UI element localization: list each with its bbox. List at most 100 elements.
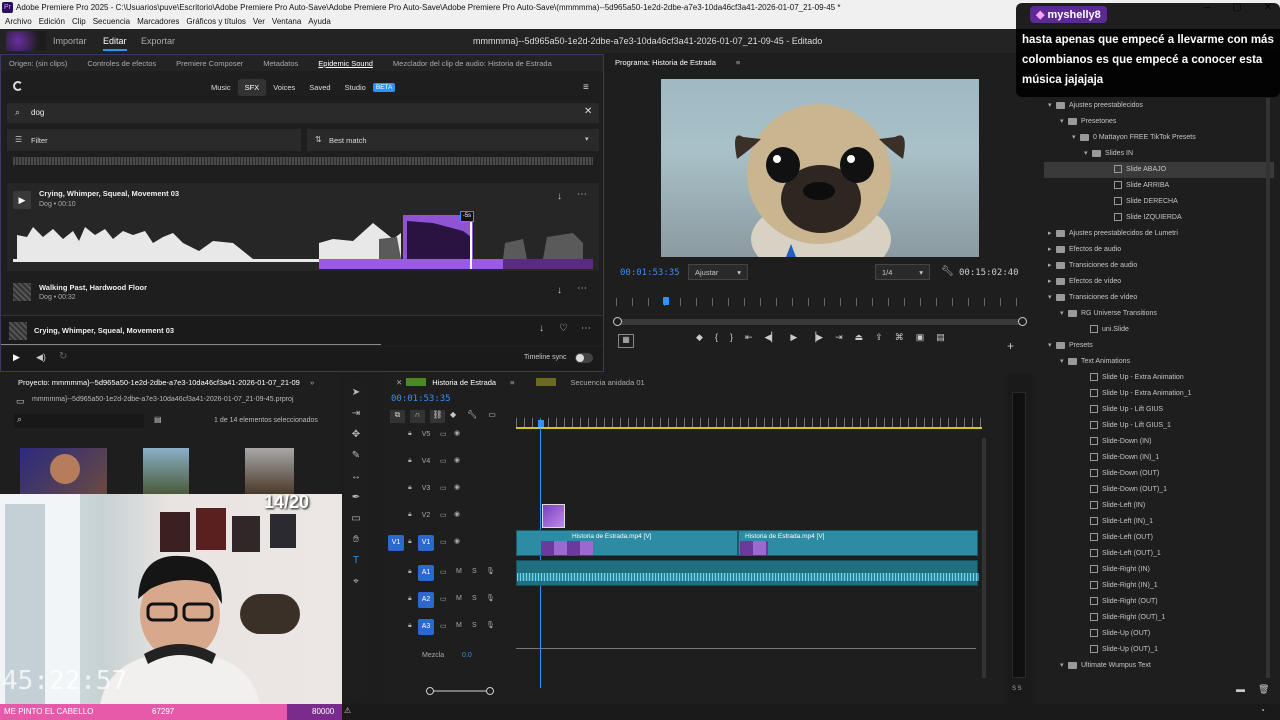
effects-preset[interactable]: Slide DERECHA <box>1044 194 1274 210</box>
tab-controles-efectos[interactable]: Controles de efectos <box>77 59 166 68</box>
selection-tool-icon[interactable]: ➤ <box>349 386 363 400</box>
video-clip[interactable]: Historia de Estrada.mp4 [V] <box>516 530 738 556</box>
menu-ver[interactable]: Ver <box>253 15 265 29</box>
multicam-icon[interactable]: ▤ <box>936 332 945 343</box>
lock-icon[interactable]: 🔒︎ <box>408 568 412 576</box>
media-thumbnail[interactable] <box>245 448 294 494</box>
track-target-toggle[interactable]: V2 <box>418 508 434 524</box>
download-icon[interactable]: ↓ <box>539 323 544 334</box>
pen-tool-icon[interactable]: ✒ <box>349 491 363 505</box>
microphone-icon[interactable]: 🎙︎ <box>486 567 495 575</box>
lift-icon[interactable]: ⏏ <box>855 332 864 343</box>
sync-lock-icon[interactable]: ▭ <box>440 511 447 519</box>
chevron-down-icon[interactable]: ▾ <box>1084 146 1092 162</box>
track-target-toggle[interactable]: V3 <box>418 481 434 497</box>
add-button-icon[interactable]: + <box>1007 339 1014 353</box>
workspace-export[interactable]: Exportar <box>141 29 175 53</box>
media-thumbnail[interactable] <box>20 448 107 494</box>
tab-program[interactable]: Programa: Historia de Estrada <box>608 58 726 67</box>
panel-overflow-icon[interactable]: » <box>300 378 324 387</box>
effects-folder[interactable]: ▾ RG Universe Transitions <box>1044 306 1274 322</box>
nav-voices[interactable]: Voices <box>266 79 302 96</box>
video-frame[interactable] <box>661 79 979 257</box>
sync-lock-icon[interactable]: ▭ <box>440 622 447 630</box>
media-thumbnail[interactable] <box>143 448 189 494</box>
microphone-icon[interactable]: 🎙︎ <box>486 594 495 602</box>
add-marker-icon[interactable]: ◆ <box>696 332 703 343</box>
tab-project[interactable]: Proyecto: mmmmma}--5d965a50-1e2d-2dbe-a7… <box>0 378 300 387</box>
effects-preset[interactable]: Slide-Right (IN) <box>1044 562 1274 578</box>
lock-icon[interactable]: 🔒︎ <box>408 484 412 492</box>
project-search[interactable]: ⌕ <box>14 414 144 428</box>
hand-tool-icon[interactable]: ✋︎ <box>349 533 363 547</box>
program-playhead[interactable] <box>663 297 669 305</box>
track-item[interactable]: Walking Past, Hardwood Floor Dog • 00:32… <box>7 277 599 307</box>
add-marker-icon[interactable]: ◆ <box>450 410 456 423</box>
work-area-bar[interactable] <box>516 427 982 429</box>
quality-dropdown[interactable]: 1/4 ▾ <box>875 264 930 280</box>
program-timecode[interactable]: 00:01:53:35 <box>620 268 680 278</box>
track-target-toggle[interactable]: V4 <box>418 454 434 470</box>
slip-tool-icon[interactable]: ↔ <box>349 470 363 484</box>
timeline-timecode[interactable]: 00:01:53:35 <box>391 394 451 404</box>
track-target-toggle[interactable]: V1 <box>418 535 434 551</box>
mute-button[interactable]: M <box>456 622 462 629</box>
track-item[interactable]: ▶ Crying, Whimper, Squeal, Movement 03 D… <box>7 183 599 271</box>
more-icon[interactable]: ⋯ <box>577 189 587 200</box>
eye-icon[interactable]: ◉ <box>454 456 460 464</box>
chevron-down-icon[interactable]: ▾ <box>1048 290 1056 306</box>
effects-preset[interactable]: Slide Up - Lift GIUS_1 <box>1044 418 1274 434</box>
close-tab-icon[interactable]: ✕ <box>382 378 406 387</box>
wrench-icon[interactable]: 🔧︎ <box>467 410 477 423</box>
wrench-icon[interactable]: 🔧︎ <box>941 266 954 277</box>
lock-icon[interactable]: 🔒︎ <box>408 430 412 438</box>
loop-icon[interactable]: ↻ <box>59 351 67 362</box>
video-clip[interactable]: Historia de Estrada.mp4 [V] <box>738 530 978 556</box>
solo-button[interactable]: S <box>472 595 477 602</box>
effects-preset[interactable]: Slide-Left (OUT)_1 <box>1044 546 1274 562</box>
type-tool-icon[interactable]: T <box>349 554 363 568</box>
comparison-icon[interactable]: ▣ <box>916 332 925 343</box>
effects-preset[interactable]: Slide-Left (IN) <box>1044 498 1274 514</box>
lock-icon[interactable]: 🔒︎ <box>408 511 412 519</box>
chevron-down-icon[interactable]: ▾ <box>1048 98 1056 114</box>
chevron-right-icon[interactable]: ▸ <box>1048 242 1056 258</box>
chevron-down-icon[interactable]: ▾ <box>1072 130 1080 146</box>
menu-clip[interactable]: Clip <box>72 15 86 29</box>
menu-graficos[interactable]: Gráficos y títulos <box>186 15 246 29</box>
effects-preset[interactable]: Slide-Down (OUT) <box>1044 466 1274 482</box>
timeline-zoom-bar[interactable] <box>426 687 494 695</box>
audio-clip[interactable] <box>516 560 979 586</box>
workspace-edit[interactable]: Editar <box>103 29 127 51</box>
tab-historia-estrada[interactable]: Historia de Estrada <box>428 378 500 387</box>
tab-epidemic-sound[interactable]: Epidemic Sound <box>308 59 383 68</box>
track-target-toggle[interactable]: A3 <box>418 619 434 635</box>
razor-tool-icon[interactable]: ✎ <box>349 449 363 463</box>
safe-margins-icon[interactable]: ▦ <box>618 334 634 348</box>
effects-folder[interactable]: ▾ Presetones <box>1044 114 1274 130</box>
mark-in-icon[interactable]: { <box>715 332 718 343</box>
effects-preset[interactable]: Slide-Right (OUT)_1 <box>1044 610 1274 626</box>
menu-ventana[interactable]: Ventana <box>272 15 301 29</box>
effects-preset[interactable]: Slide Up - Extra Animation <box>1044 370 1274 386</box>
effects-folder[interactable]: ▾ Transiciones de vídeo <box>1044 290 1274 306</box>
tab-origen[interactable]: Origen: (sin clips) <box>1 59 77 68</box>
effects-preset[interactable]: Slide-Up (OUT)_1 <box>1044 642 1274 658</box>
nav-studio[interactable]: Studio <box>338 79 373 96</box>
menu-secuencia[interactable]: Secuencia <box>93 15 130 29</box>
sync-lock-icon[interactable]: ▭ <box>440 595 447 603</box>
download-icon[interactable]: ↓ <box>557 285 562 296</box>
nav-sfx[interactable]: SFX <box>237 79 267 96</box>
track-waveform[interactable] <box>13 213 593 269</box>
eye-icon[interactable]: ◉ <box>454 510 460 518</box>
ripple-edit-icon[interactable]: ✥ <box>349 428 363 442</box>
effects-folder[interactable]: ▾ Ajustes preestablecidos <box>1044 98 1274 114</box>
effects-folder[interactable]: ▾ Presets <box>1044 338 1274 354</box>
effects-preset[interactable]: Slide ARRIBA <box>1044 178 1274 194</box>
mute-button[interactable]: M <box>456 568 462 575</box>
hamburger-menu-icon[interactable]: ≡ <box>583 82 593 93</box>
sync-lock-icon[interactable]: ▭ <box>440 457 447 465</box>
track-select-icon[interactable]: ⇥ <box>349 407 363 421</box>
lock-icon[interactable]: 🔒︎ <box>408 538 412 546</box>
timeline-playhead-head[interactable] <box>538 420 544 427</box>
